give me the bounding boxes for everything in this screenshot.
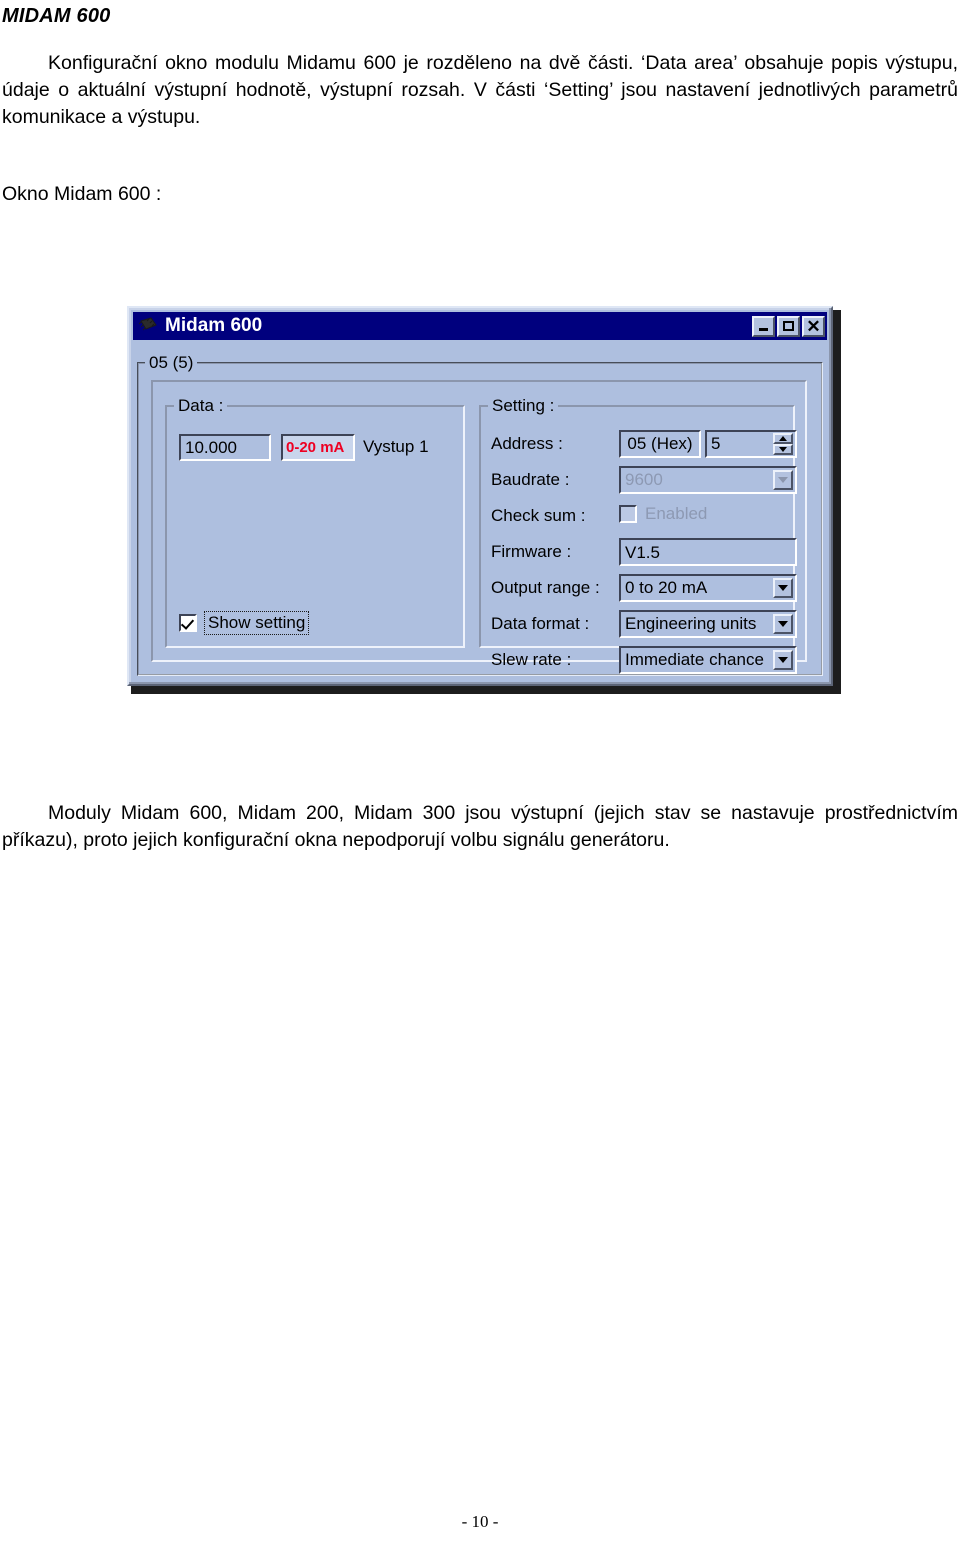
spinner-down-button[interactable] <box>773 444 793 455</box>
output-range-label: Output range : <box>491 578 600 597</box>
baudrate-value: 9600 <box>625 470 663 489</box>
firmware-row: Firmware : V1.5 <box>491 538 797 566</box>
slew-rate-row: Slew rate : Immediate chance <box>491 646 797 674</box>
chip-icon <box>138 317 157 331</box>
maximize-button[interactable] <box>777 315 800 337</box>
address-spinner-buttons[interactable] <box>773 433 793 455</box>
module-inner-panel: Data : 10.000 0-20 mA Vystup 1 Show sett… <box>151 380 807 674</box>
module-groupbox-label: 05 (5) <box>145 354 198 372</box>
paragraph-intro-text: Konfigurační okno modulu Midamu 600 je r… <box>2 52 958 128</box>
chevron-down-icon <box>779 447 787 452</box>
output-range-combobox[interactable]: 0 to 20 mA <box>619 574 797 602</box>
baudrate-combobox: 9600 <box>619 466 797 494</box>
paragraph-outro: Moduly Midam 600, Midam 200, Midam 300 j… <box>2 800 958 854</box>
output-range-value: 0 to 20 mA <box>625 578 708 597</box>
checksum-control: Enabled <box>619 504 707 524</box>
firmware-control: V1.5 <box>619 538 797 566</box>
data-groupbox-label: Data : <box>174 396 228 415</box>
show-setting-label: Show setting <box>204 611 310 635</box>
checksum-checkbox <box>619 505 637 523</box>
paragraph-intro: Konfigurační okno modulu Midamu 600 je r… <box>2 50 958 131</box>
page-title: MIDAM 600 <box>2 5 111 27</box>
checksum-row: Check sum : Enabled <box>491 502 707 530</box>
data-format-combobox[interactable]: Engineering units <box>619 610 797 638</box>
setting-groupbox-label: Setting : <box>488 396 559 415</box>
midam-600-window[interactable]: Midam 600 ✕ 05 (5) Data : 10.000 0-20 mA… <box>127 306 833 686</box>
firmware-field: V1.5 <box>619 538 797 566</box>
address-spinner[interactable]: 5 <box>705 430 797 458</box>
chevron-down-icon <box>778 621 788 627</box>
window-title: Midam 600 <box>165 316 263 336</box>
minimize-icon <box>759 328 768 331</box>
address-hex-display: 05 (Hex) <box>619 430 701 458</box>
checksum-enabled-label: Enabled <box>645 504 708 523</box>
baudrate-row: Baudrate : 9600 <box>491 466 797 494</box>
data-format-dropdown-button[interactable] <box>773 614 793 634</box>
slew-rate-label: Slew rate : <box>491 650 572 669</box>
output-range-dropdown-button[interactable] <box>773 578 793 598</box>
slew-rate-combobox[interactable]: Immediate chance <box>619 646 797 674</box>
address-row: Address : 05 (Hex) 5 <box>491 430 797 458</box>
slew-rate-dropdown-button[interactable] <box>773 650 793 670</box>
window-titlebar[interactable]: Midam 600 ✕ <box>133 312 827 340</box>
show-setting-checkbox-row[interactable]: Show setting <box>179 611 310 635</box>
slew-rate-value: Immediate chance <box>625 650 764 669</box>
output-range-control: 0 to 20 mA <box>619 574 797 602</box>
address-label: Address : <box>491 434 563 453</box>
data-format-label: Data format : <box>491 614 590 633</box>
show-setting-checkbox[interactable] <box>179 614 197 632</box>
document-page: MIDAM 600 Konfigurační okno modulu Midam… <box>0 0 960 1543</box>
checksum-label: Check sum : <box>491 506 586 525</box>
data-groupbox: Data : 10.000 0-20 mA Vystup 1 Show sett… <box>165 396 465 648</box>
address-spinner-value: 5 <box>711 434 721 453</box>
page-number: - 10 - <box>461 1512 499 1531</box>
data-format-value: Engineering units <box>625 614 757 633</box>
slew-rate-control: Immediate chance <box>619 646 797 674</box>
chevron-up-icon <box>779 436 787 441</box>
address-controls: 05 (Hex) 5 <box>619 430 797 458</box>
baudrate-label: Baudrate : <box>491 470 570 489</box>
firmware-label: Firmware : <box>491 542 572 561</box>
chevron-down-icon <box>778 477 788 483</box>
minimize-button[interactable] <box>752 315 775 337</box>
data-format-control: Engineering units <box>619 610 797 638</box>
chevron-down-icon <box>778 585 788 591</box>
setting-groupbox: Setting : Address : 05 (Hex) 5 Baudrate … <box>479 396 797 674</box>
baudrate-dropdown-button <box>773 470 793 490</box>
baudrate-control: 9600 <box>619 466 797 494</box>
paragraph-outro-text: Moduly Midam 600, Midam 200, Midam 300 j… <box>2 802 958 851</box>
chevron-down-icon <box>778 657 788 663</box>
output-range-row: Output range : 0 to 20 mA <box>491 574 797 602</box>
close-button[interactable]: ✕ <box>802 315 825 337</box>
module-groupbox: 05 (5) Data : 10.000 0-20 mA Vystup 1 Sh… <box>137 354 823 676</box>
window-controls: ✕ <box>752 315 825 337</box>
data-output-label: Vystup 1 <box>363 437 429 456</box>
close-icon: ✕ <box>806 316 821 336</box>
maximize-icon <box>783 321 794 331</box>
data-format-row: Data format : Engineering units <box>491 610 797 638</box>
midam-600-dialog-figure: Midam 600 ✕ 05 (5) Data : 10.000 0-20 mA… <box>127 306 841 694</box>
spinner-up-button[interactable] <box>773 433 793 444</box>
figure-caption: Okno Midam 600 : <box>2 183 162 205</box>
data-value-field[interactable]: 10.000 <box>179 434 271 461</box>
data-range-badge: 0-20 mA <box>281 434 355 461</box>
